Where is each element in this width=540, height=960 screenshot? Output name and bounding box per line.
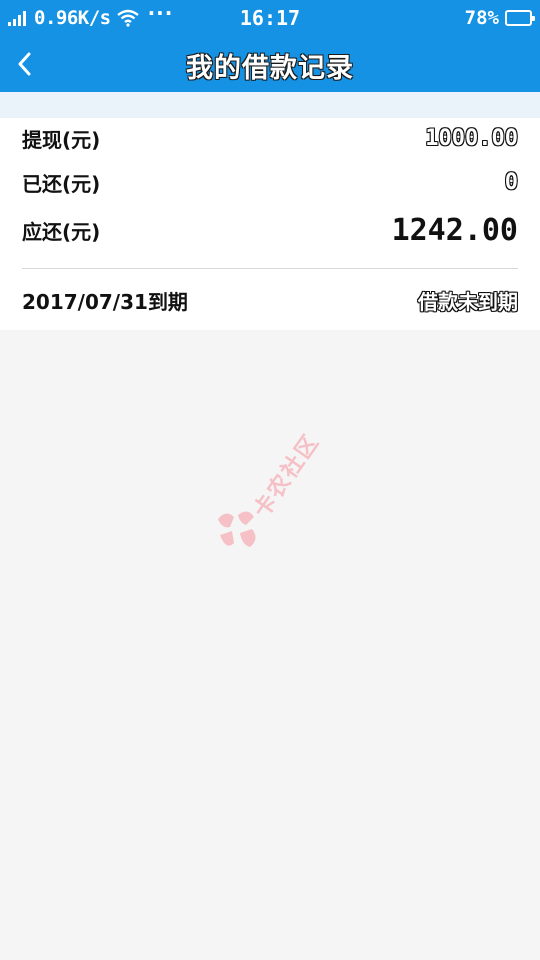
due-date-row: 2017/07/31到期 借款未到期	[22, 282, 518, 318]
page-title: 我的借款记录	[186, 53, 354, 84]
battery-icon	[505, 10, 535, 26]
due-date: 2017/07/31到期	[22, 289, 188, 314]
watermark-logo-icon	[218, 511, 256, 547]
due-label: 应还(元)	[22, 219, 101, 244]
due-value: 1242.00	[391, 212, 518, 248]
repaid-value: 0	[504, 169, 518, 195]
navigation-bar: 我的借款记录	[0, 36, 540, 92]
back-button[interactable]	[0, 36, 50, 92]
watermark: 卡农社区	[212, 405, 342, 555]
battery-percent: 78%	[464, 7, 499, 29]
loan-record-card: 提现(元) 1000.00 已还(元) 0 应还(元) 1242.00 2017…	[0, 118, 540, 330]
header-strip	[0, 92, 540, 118]
withdraw-row: 提现(元) 1000.00	[22, 120, 518, 156]
status-bar: 0.96K/s ··· 16:17 78%	[0, 0, 540, 36]
clock: 16:17	[239, 6, 301, 30]
divider	[22, 268, 518, 269]
chevron-left-icon	[18, 52, 31, 76]
withdraw-value: 1000.00	[425, 125, 518, 151]
status-badge: 借款未到期	[418, 289, 518, 314]
due-amount-row: 应还(元) 1242.00	[22, 212, 518, 248]
app-header: 0.96K/s ··· 16:17 78% 我的借款记录	[0, 0, 540, 92]
repaid-label: 已还(元)	[22, 171, 101, 196]
repaid-row: 已还(元) 0	[22, 164, 518, 200]
withdraw-label: 提现(元)	[22, 127, 101, 152]
status-bar-right: 78%	[464, 6, 535, 30]
